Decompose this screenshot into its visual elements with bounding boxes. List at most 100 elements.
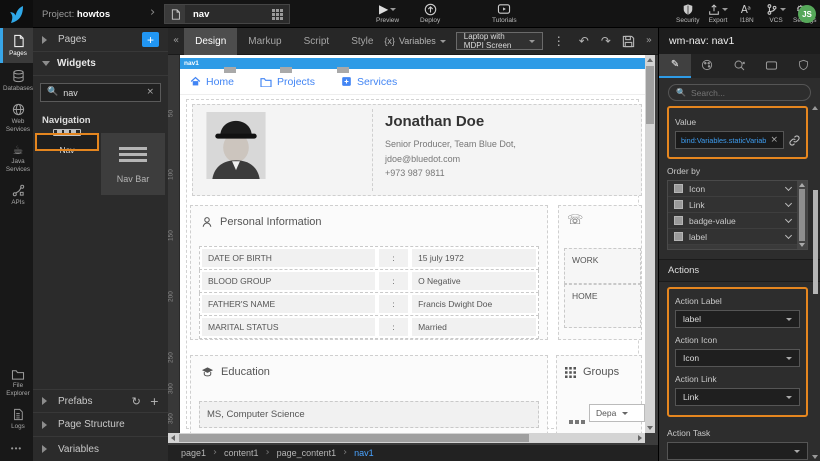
scroll-left-arrow[interactable] bbox=[168, 433, 178, 443]
rail-item-logs[interactable]: Logs bbox=[0, 402, 33, 436]
action-link-select[interactable]: Link bbox=[675, 388, 800, 406]
actions-section-header[interactable]: Actions bbox=[659, 259, 820, 282]
rail-item-apis[interactable]: APIs bbox=[0, 178, 33, 212]
nav-item-projects[interactable]: Projects bbox=[260, 76, 315, 88]
scroll-right-arrow[interactable] bbox=[635, 433, 645, 443]
tab-style[interactable]: Style bbox=[340, 28, 384, 55]
save-button[interactable] bbox=[617, 35, 640, 48]
breadcrumb-item-current[interactable]: nav1 bbox=[354, 448, 374, 458]
scroll-up-arrow[interactable] bbox=[799, 183, 805, 187]
contact-card[interactable]: ☏ WORK HOME bbox=[558, 205, 642, 340]
chevron-down-icon[interactable] bbox=[785, 183, 792, 190]
prefabs-section-header[interactable]: Prefabs ↻+ bbox=[33, 389, 168, 413]
properties-search-input[interactable] bbox=[691, 88, 803, 98]
tab-device[interactable] bbox=[756, 54, 788, 78]
deploy-button[interactable]: Deploy bbox=[420, 3, 440, 24]
order-item-label-row[interactable]: label bbox=[668, 229, 807, 245]
breadcrumb-item[interactable]: page1 bbox=[181, 448, 206, 458]
order-item-badge-value[interactable]: badge-value bbox=[668, 213, 807, 229]
scrollbar-thumb[interactable] bbox=[813, 190, 818, 294]
variables-menu-button[interactable]: {x} Variables bbox=[384, 36, 445, 46]
order-item-partial[interactable] bbox=[668, 245, 807, 250]
tab-styles[interactable] bbox=[691, 54, 723, 78]
contact-cell-home[interactable]: HOME bbox=[564, 284, 641, 328]
clear-bind-icon[interactable]: × bbox=[770, 136, 778, 145]
collapse-right-panel-button[interactable]: » bbox=[640, 36, 658, 46]
value-bind-input[interactable]: bind:Variables.staticVariable1.dataSet × bbox=[675, 131, 784, 149]
tab-design[interactable]: Design bbox=[184, 28, 237, 55]
table-row[interactable]: FATHER'S NAME : Francis Dwight Doe bbox=[199, 293, 539, 316]
action-label-select[interactable]: label bbox=[675, 310, 800, 328]
breadcrumb-item[interactable]: page_content1 bbox=[277, 448, 337, 458]
action-icon-select[interactable]: Icon bbox=[675, 349, 800, 367]
clear-search-icon[interactable]: × bbox=[146, 88, 154, 97]
i18n-button[interactable]: Aa I18N bbox=[740, 3, 754, 24]
rail-more-button[interactable]: ••• bbox=[0, 436, 33, 461]
widget-tile-nav[interactable]: Nav bbox=[35, 133, 99, 151]
widget-selection-bar[interactable]: nav1 bbox=[180, 58, 645, 69]
table-row[interactable]: BLOOD GROUP : O Negative bbox=[199, 270, 539, 293]
security-button[interactable]: Security bbox=[676, 3, 699, 24]
add-page-button[interactable]: + bbox=[142, 32, 159, 47]
widget-tile-navbar[interactable]: Nav Bar bbox=[101, 133, 165, 195]
scrollbar-thumb[interactable] bbox=[179, 434, 529, 442]
user-avatar[interactable]: JS bbox=[798, 5, 816, 23]
chevron-down-icon[interactable] bbox=[785, 231, 792, 238]
scroll-up-arrow[interactable] bbox=[645, 55, 655, 65]
personal-info-card[interactable]: Personal Information DATE OF BIRTH : 15 … bbox=[190, 205, 548, 340]
groups-dropdown[interactable]: Depa bbox=[589, 404, 645, 422]
nav-item-services[interactable]: Services bbox=[341, 76, 397, 88]
order-item-icon[interactable]: Icon bbox=[668, 181, 807, 197]
widgets-section-header[interactable]: Widgets bbox=[33, 52, 168, 76]
refresh-icon[interactable]: ↻ bbox=[132, 396, 141, 407]
scroll-down-arrow[interactable] bbox=[645, 423, 655, 433]
checkbox[interactable] bbox=[674, 216, 683, 225]
tutorials-button[interactable]: Tutorials bbox=[492, 3, 517, 24]
checkbox[interactable] bbox=[674, 184, 683, 193]
more-options-button[interactable]: ⋮ bbox=[553, 35, 565, 47]
rail-item-java-services[interactable]: ☕ Java Services bbox=[0, 138, 33, 178]
bind-link-icon[interactable] bbox=[789, 135, 800, 146]
drag-handle[interactable] bbox=[224, 67, 236, 73]
redo-button[interactable]: ↷ bbox=[595, 35, 617, 47]
education-item[interactable]: MS, Computer Science bbox=[199, 401, 539, 428]
pages-section-header[interactable]: Pages + bbox=[33, 28, 168, 52]
preview-button[interactable]: ▶ Preview bbox=[376, 3, 399, 24]
plus-icon[interactable]: + bbox=[150, 396, 159, 407]
drag-handle[interactable] bbox=[337, 67, 349, 73]
tab-security[interactable] bbox=[788, 54, 820, 78]
table-row[interactable]: MARITAL STATUS : Married bbox=[199, 316, 539, 339]
page-selector[interactable]: nav bbox=[164, 4, 290, 24]
nav-widget[interactable]: Home Projects Services bbox=[180, 69, 645, 95]
tab-markup[interactable]: Markup bbox=[237, 28, 292, 55]
education-card[interactable]: Education MS, Computer Science bbox=[190, 355, 548, 433]
page-structure-section-header[interactable]: Page Structure bbox=[33, 413, 168, 437]
scroll-down-arrow[interactable] bbox=[812, 455, 818, 459]
chevron-down-icon[interactable] bbox=[785, 215, 792, 222]
canvas-horizontal-scrollbar[interactable] bbox=[168, 433, 645, 443]
tab-script[interactable]: Script bbox=[293, 28, 341, 55]
breadcrumb-item[interactable]: content1 bbox=[224, 448, 259, 458]
scroll-up-arrow[interactable] bbox=[812, 106, 818, 110]
scrollbar-thumb[interactable] bbox=[646, 66, 654, 124]
order-list-scrollbar[interactable] bbox=[797, 181, 807, 249]
wavemaker-logo[interactable] bbox=[0, 0, 33, 28]
nav-item-home[interactable]: Home bbox=[190, 76, 234, 88]
action-task-select[interactable] bbox=[667, 442, 808, 460]
panel-scrollbar[interactable] bbox=[812, 106, 819, 459]
drag-handle[interactable] bbox=[280, 67, 292, 73]
checkbox[interactable] bbox=[674, 200, 683, 209]
variables-section-header[interactable]: Variables bbox=[33, 437, 168, 461]
order-item-link[interactable]: Link bbox=[668, 197, 807, 213]
groups-card[interactable]: Groups Depa bbox=[556, 355, 642, 433]
rail-item-pages[interactable]: Pages bbox=[0, 28, 33, 63]
tab-events[interactable] bbox=[723, 54, 755, 78]
collapse-left-panel-button[interactable]: « bbox=[168, 36, 184, 46]
rail-item-databases[interactable]: Databases bbox=[0, 63, 33, 98]
table-row[interactable]: DATE OF BIRTH : 15 july 1972 bbox=[199, 246, 539, 270]
scrollbar-thumb[interactable] bbox=[799, 189, 805, 241]
canvas-vertical-scrollbar[interactable] bbox=[645, 55, 655, 433]
export-button[interactable]: Export bbox=[708, 3, 728, 24]
undo-button[interactable]: ↶ bbox=[573, 35, 595, 47]
profile-card[interactable]: Jonathan Doe Senior Producer, Team Blue … bbox=[192, 104, 642, 196]
